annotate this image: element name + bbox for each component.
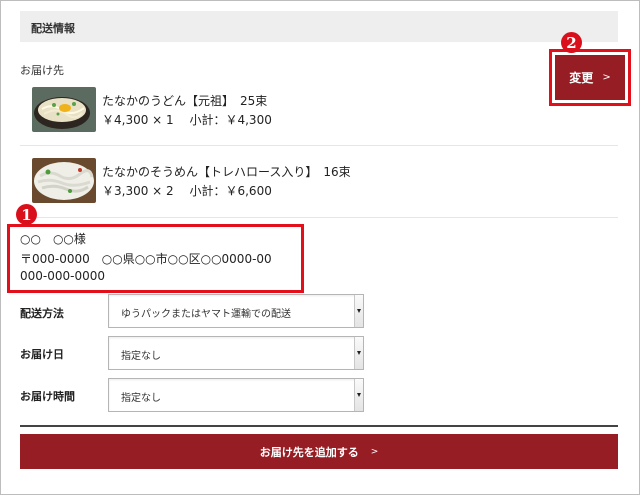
delivery-method-value: ゆうパックまたはヤマト運輸での配送 xyxy=(121,309,291,320)
somen-product-image xyxy=(32,158,96,203)
dropdown-arrow-icon xyxy=(354,379,363,411)
chevron-right-icon: > xyxy=(602,72,611,83)
dropdown-arrow-icon xyxy=(354,337,363,369)
dropdown-arrow-icon xyxy=(354,295,363,327)
delivery-method-label: 配送方法 xyxy=(20,307,64,320)
udon-product-image xyxy=(32,87,96,132)
chevron-right-icon: > xyxy=(370,446,379,457)
cart-item: たなかのそうめん【トレハロース入り】 16束 ￥3,300 × 2 小計：￥6,… xyxy=(32,158,432,204)
delivery-time-label: お届け時間 xyxy=(20,390,75,403)
item-price: ￥4,300 × 1 小計：￥4,300 xyxy=(102,113,272,127)
recipient-name: ○○ ○○様 xyxy=(20,232,86,246)
item-price: ￥3,300 × 2 小計：￥6,600 xyxy=(102,184,272,198)
add-recipient-button[interactable]: お届け先を追加する > xyxy=(20,434,618,469)
delivery-time-select[interactable]: 指定なし xyxy=(108,378,364,412)
change-button[interactable]: 変更 > xyxy=(555,55,625,100)
delivery-date-label: お届け日 xyxy=(20,348,64,361)
callout-badge-2: 2 xyxy=(561,32,582,53)
item-name: たなかのそうめん【トレハロース入り】 16束 xyxy=(102,165,351,179)
delivery-method-select[interactable]: ゆうパックまたはヤマト運輸での配送 xyxy=(108,294,364,328)
cart-item: たなかのうどん【元祖】 25束 ￥4,300 × 1 小計：￥4,300 xyxy=(32,87,432,133)
section-header: 配送情報 xyxy=(20,11,618,42)
divider xyxy=(20,217,618,218)
delivery-time-value: 指定なし xyxy=(121,393,161,404)
change-button-label: 変更 xyxy=(569,71,594,85)
add-recipient-label: お届け先を追加する xyxy=(259,445,359,459)
recipient-address: 〒000-0000 ○○県○○市○○区○○0000-00 xyxy=(20,252,272,266)
divider xyxy=(20,425,618,427)
section-title: 配送情報 xyxy=(31,22,75,35)
recipient-label: お届け先 xyxy=(20,64,64,77)
recipient-phone: 000-000-0000 xyxy=(20,269,106,283)
delivery-date-value: 指定なし xyxy=(121,351,161,362)
item-name: たなかのうどん【元祖】 25束 xyxy=(102,94,268,108)
divider xyxy=(20,145,618,146)
delivery-date-select[interactable]: 指定なし xyxy=(108,336,364,370)
callout-badge-1: 1 xyxy=(16,204,37,225)
